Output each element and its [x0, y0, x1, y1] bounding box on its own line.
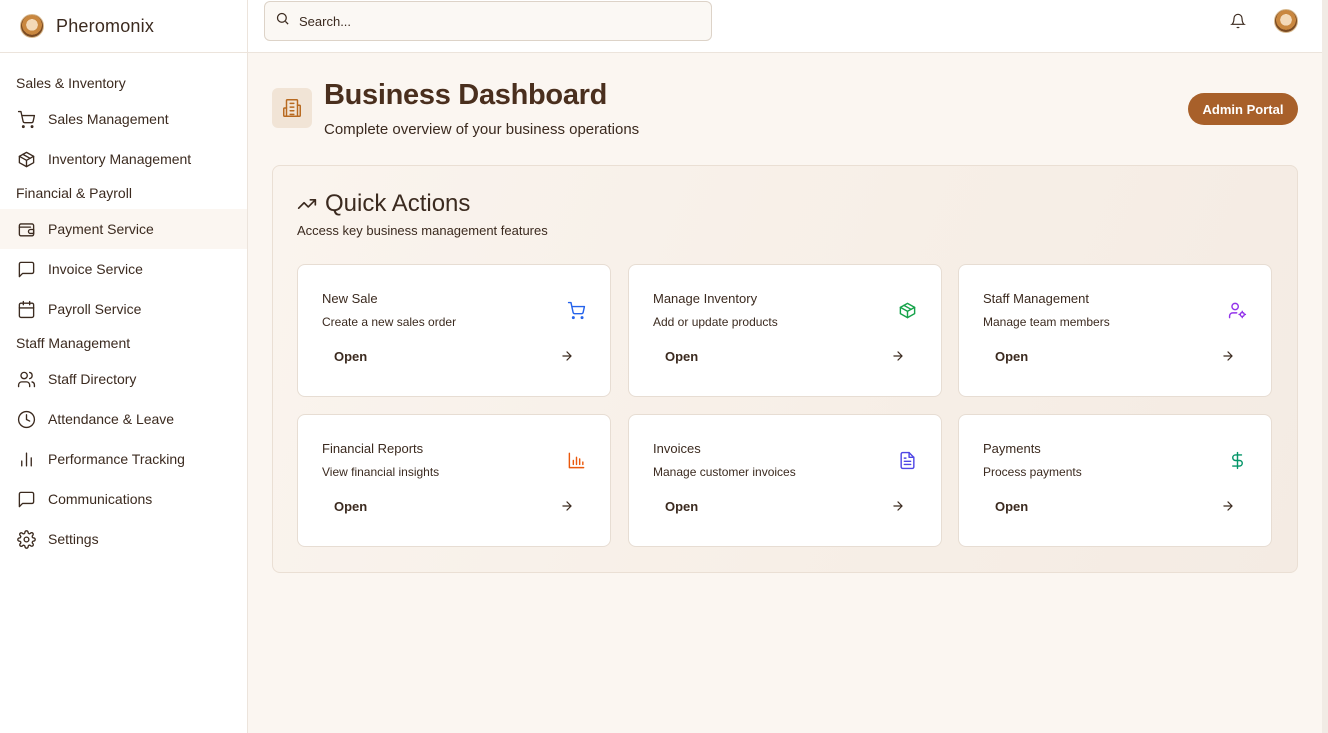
arrow-right-icon: [1221, 499, 1235, 513]
card-description: View financial insights: [322, 465, 440, 479]
action-card-new-sale[interactable]: New Sale Create a new sales order Open: [297, 264, 611, 397]
card-title: Manage Inventory: [653, 291, 758, 306]
sidebar-nav: Sales & Inventory Sales Management Inven…: [0, 53, 247, 559]
quick-actions-subtitle: Access key business management features: [297, 223, 548, 238]
card-title: Financial Reports: [322, 441, 424, 456]
card-description: Manage customer invoices: [653, 465, 796, 479]
open-button[interactable]: Open: [983, 341, 1247, 371]
admin-portal-button[interactable]: Admin Portal: [1188, 93, 1298, 125]
action-card-financial-reports[interactable]: Financial Reports View financial insight…: [297, 414, 611, 547]
cart-icon: [566, 300, 586, 320]
sidebar-item-label: Communications: [48, 491, 153, 507]
open-button[interactable]: Open: [322, 491, 586, 521]
search-icon: [275, 11, 290, 31]
nav-section-sales-inventory: Sales & Inventory: [16, 75, 126, 91]
sidebar-item-label: Invoice Service: [48, 261, 143, 277]
package-icon: [897, 300, 917, 320]
open-label: Open: [665, 348, 699, 364]
open-button[interactable]: Open: [983, 491, 1247, 521]
sidebar: Pheromonix Sales & Inventory Sales Manag…: [0, 0, 248, 733]
sidebar-item-attendance-leave[interactable]: Attendance & Leave: [0, 399, 247, 439]
arrow-right-icon: [891, 349, 905, 363]
open-button[interactable]: Open: [322, 341, 586, 371]
sidebar-item-label: Settings: [48, 531, 99, 547]
sidebar-item-payroll-service[interactable]: Payroll Service: [0, 289, 247, 329]
open-button[interactable]: Open: [653, 491, 917, 521]
action-card-manage-inventory[interactable]: Manage Inventory Add or update products …: [628, 264, 942, 397]
card-description: Create a new sales order: [322, 315, 457, 329]
message-square-icon: [16, 259, 36, 279]
card-title: Staff Management: [983, 291, 1089, 306]
sidebar-item-invoice-service[interactable]: Invoice Service: [0, 249, 247, 289]
sidebar-item-label: Payroll Service: [48, 301, 142, 317]
search-box[interactable]: [264, 1, 712, 41]
bar-chart-icon: [16, 449, 36, 469]
main-content: Business Dashboard Complete overview of …: [248, 53, 1322, 733]
card-description: Process payments: [983, 465, 1082, 479]
quick-actions-header: Quick Actions: [297, 190, 470, 218]
scrollbar[interactable]: [1322, 0, 1328, 733]
action-card-invoices[interactable]: Invoices Manage customer invoices Open: [628, 414, 942, 547]
brand-name: Pheromonix: [56, 15, 155, 36]
clock-icon: [16, 409, 36, 429]
cart-icon: [16, 109, 36, 129]
open-label: Open: [995, 498, 1029, 514]
calendar-icon: [16, 299, 36, 319]
user-cog-icon: [1227, 300, 1247, 320]
quick-actions-panel: Quick Actions Access key business manage…: [272, 165, 1298, 573]
brand[interactable]: Pheromonix: [0, 0, 247, 53]
trending-up-icon: [297, 194, 325, 214]
bell-icon[interactable]: [1228, 11, 1248, 31]
card-title: Invoices: [653, 441, 701, 456]
dollar-icon: [1227, 450, 1247, 470]
sidebar-item-label: Staff Directory: [48, 371, 137, 387]
users-icon: [16, 369, 36, 389]
package-icon: [16, 149, 36, 169]
card-title: New Sale: [322, 291, 378, 306]
quick-actions-title: Quick Actions: [325, 190, 471, 217]
topbar: [248, 0, 1322, 53]
arrow-right-icon: [1221, 349, 1235, 363]
sidebar-item-label: Attendance & Leave: [48, 411, 175, 427]
sidebar-item-sales-management[interactable]: Sales Management: [0, 99, 247, 139]
file-text-icon: [897, 450, 917, 470]
card-description: Add or update products: [653, 315, 778, 329]
sidebar-item-communications[interactable]: Communications: [0, 479, 247, 519]
open-label: Open: [665, 498, 699, 514]
page-title: Business Dashboard: [324, 79, 608, 111]
sidebar-item-performance-tracking[interactable]: Performance Tracking: [0, 439, 247, 479]
sidebar-item-settings[interactable]: Settings: [0, 519, 247, 559]
open-label: Open: [995, 348, 1029, 364]
card-description: Manage team members: [983, 315, 1110, 329]
gear-icon: [16, 529, 36, 549]
sidebar-item-payment-service[interactable]: Payment Service: [0, 209, 247, 249]
bar-chart-icon: [566, 450, 586, 470]
arrow-right-icon: [560, 499, 574, 513]
arrow-right-icon: [560, 349, 574, 363]
building-icon: [272, 88, 312, 128]
brand-logo: [20, 14, 44, 38]
nav-section-financial-payroll: Financial & Payroll: [16, 185, 132, 201]
sidebar-item-label: Inventory Management: [48, 151, 192, 167]
sidebar-item-label: Sales Management: [48, 111, 169, 127]
sidebar-item-staff-directory[interactable]: Staff Directory: [0, 359, 247, 399]
avatar[interactable]: [1274, 9, 1298, 33]
open-label: Open: [334, 348, 368, 364]
sidebar-item-label: Performance Tracking: [48, 451, 185, 467]
sidebar-item-inventory-management[interactable]: Inventory Management: [0, 139, 247, 179]
action-card-payments[interactable]: Payments Process payments Open: [958, 414, 1272, 547]
arrow-right-icon: [891, 499, 905, 513]
search-input[interactable]: [299, 13, 679, 29]
wallet-icon: [16, 219, 36, 239]
page-subtitle: Complete overview of your business opera…: [324, 121, 640, 138]
action-card-staff-management[interactable]: Staff Management Manage team members Ope…: [958, 264, 1272, 397]
sidebar-item-label: Payment Service: [48, 221, 154, 237]
message-square-icon: [16, 489, 36, 509]
nav-section-staff-management: Staff Management: [16, 335, 131, 351]
open-label: Open: [334, 498, 368, 514]
open-button[interactable]: Open: [653, 341, 917, 371]
card-title: Payments: [983, 441, 1041, 456]
